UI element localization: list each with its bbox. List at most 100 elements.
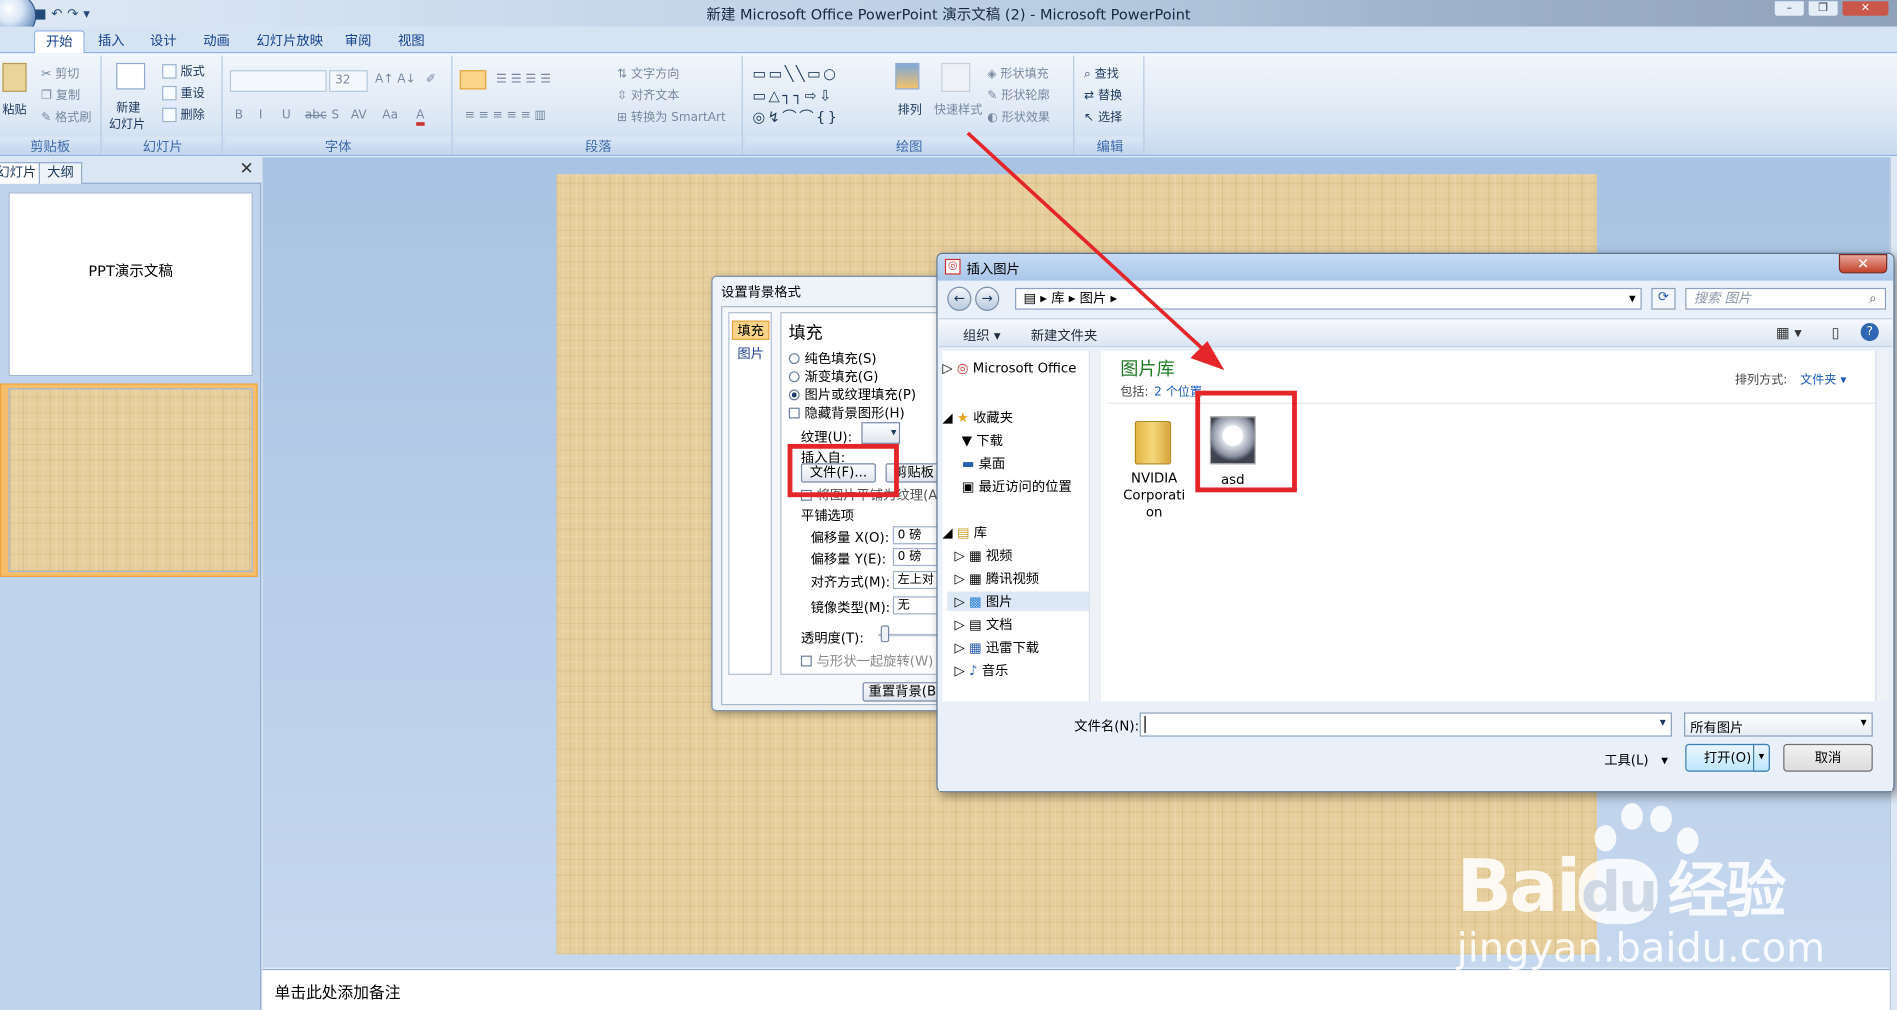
restore-button[interactable]: ❐ (1807, 0, 1839, 17)
align-text-button[interactable]: ⇳ 对齐文本 (617, 85, 679, 103)
save-icon[interactable]: ■ (34, 5, 47, 21)
close-window-button[interactable]: ✕ (1841, 0, 1890, 17)
arrange-button[interactable]: 排列 (898, 99, 922, 117)
content-scrollbar[interactable] (1875, 350, 1888, 702)
picture-fill-radio[interactable]: 图片或纹理填充(P) (788, 385, 916, 404)
nav-picture[interactable]: 图片 (732, 345, 770, 364)
customize-qat-icon[interactable]: ▾ (83, 5, 90, 21)
view-options-icon[interactable]: ▦ ▾ (1776, 324, 1802, 341)
filename-input[interactable]: ▾ (1139, 712, 1672, 737)
minimize-button[interactable]: – (1773, 0, 1806, 17)
nav-libraries[interactable]: ◢ ▤ 库 (942, 523, 987, 542)
tab-slideshow[interactable]: 幻灯片放映 (246, 30, 334, 53)
change-case-button[interactable]: Aa (382, 109, 398, 122)
nav-downloads[interactable]: ▼ 下载 (962, 431, 1003, 450)
tab-animation[interactable]: 动画 (192, 30, 240, 53)
quick-styles-button[interactable]: 快速样式 (934, 99, 982, 117)
nav-videos[interactable]: ▷ ▦ 视频 (955, 546, 1013, 565)
paste-button[interactable]: 粘贴 (2, 99, 26, 117)
address-bar[interactable]: ▤ ▸ 库 ▸ 图片 ▸ ▾ (1015, 287, 1642, 310)
arrange-icon[interactable] (895, 62, 920, 90)
open-button[interactable]: 打开(O) ▾ (1685, 743, 1770, 772)
char-spacing-button[interactable]: AV (351, 109, 367, 122)
tab-design[interactable]: 设计 (139, 30, 187, 53)
open-dropdown-icon[interactable]: ▾ (1753, 743, 1770, 772)
tab-outline[interactable]: 大纲 (38, 162, 83, 184)
layout-button[interactable]: 版式 (162, 60, 205, 79)
transparency-slider[interactable] (880, 625, 890, 643)
text-direction-button[interactable]: ⇅ 文字方向 (617, 63, 679, 81)
new-slide-label-1[interactable]: 新建 (116, 97, 140, 115)
shape-fill-button[interactable]: ◈ 形状填充 (987, 63, 1049, 81)
nav-scrollbar[interactable] (1088, 350, 1100, 702)
shape-effects-button[interactable]: ◐ 形状效果 (987, 106, 1050, 124)
tab-insert[interactable]: 插入 (87, 30, 135, 53)
clear-format-icon[interactable]: ✐ (426, 73, 436, 86)
folder-item-nvidia[interactable]: NVIDIA Corporati on (1118, 414, 1191, 523)
breadcrumb-library[interactable]: 库 (1051, 290, 1064, 306)
font-size-combo[interactable]: 32 (329, 70, 368, 92)
nav-thunder[interactable]: ▷ ▦ 迅雷下载 (955, 637, 1040, 656)
smartart-button[interactable]: ⊞ 转换为 SmartArt (617, 106, 726, 124)
tab-home[interactable]: 开始 (33, 30, 85, 54)
cut-button[interactable]: ✂ 剪切 (41, 63, 79, 81)
nav-music[interactable]: ▷ ♪ 音乐 (955, 660, 1009, 679)
shadow-button[interactable]: S (331, 109, 339, 122)
nav-favorites[interactable]: ◢ ★ 收藏夹 (942, 408, 1013, 427)
texture-picker[interactable]: ▾ (861, 422, 901, 444)
shapes-gallery[interactable]: ▭▭╲╲▭○ ▭△┐┐⇨⇩ ◎↯⌒⌒{} (752, 63, 839, 128)
shape-outline-button[interactable]: ✎ 形状轮廓 (987, 85, 1049, 103)
grow-font-icon[interactable]: A↑ A↓ (375, 73, 416, 86)
cancel-button[interactable]: 取消 (1783, 743, 1873, 772)
redo-icon[interactable]: ↷ (67, 5, 78, 21)
copy-button[interactable]: ❐ 复制 (41, 85, 80, 103)
nav-fill[interactable]: 填充 (731, 320, 770, 340)
slide-thumbnail-2[interactable] (8, 388, 253, 573)
delete-slide-button[interactable]: 删除 (162, 104, 205, 123)
strike-button[interactable]: abc (305, 109, 327, 122)
address-dropdown-icon[interactable]: ▾ (1629, 289, 1636, 308)
nav-recent[interactable]: ▣ 最近访问的位置 (962, 477, 1072, 496)
bullets-icon[interactable] (459, 70, 487, 90)
hide-bg-graphics-checkbox[interactable]: 隐藏背景图形(H) (788, 403, 905, 422)
organize-menu[interactable]: 组织 ▾ (963, 325, 1001, 344)
forward-button[interactable]: → (975, 286, 1000, 311)
paste-icon[interactable] (2, 62, 27, 92)
find-button[interactable]: ⌕ 查找 (1084, 63, 1119, 81)
breadcrumb-pictures[interactable]: 图片 (1080, 290, 1107, 306)
tab-review[interactable]: 审阅 (334, 30, 382, 53)
reset-background-button[interactable]: 重置背景(B) (862, 682, 948, 702)
filetype-select[interactable]: 所有图片 ▾ (1684, 712, 1873, 737)
rotate-checkbox[interactable]: 与形状一起旋转(W) (800, 651, 933, 670)
sort-dropdown[interactable]: 文件夹 ▾ (1800, 369, 1846, 387)
align-icons[interactable]: ≡ ≡ ≡ ≡ ≡ ▥ (465, 109, 546, 122)
select-button[interactable]: ↖ 选择 (1084, 106, 1122, 124)
solid-fill-radio[interactable]: 纯色填充(S) (788, 348, 877, 367)
dialog-close-button[interactable]: ✕ (1838, 254, 1888, 274)
nav-desktop[interactable]: ▬ 桌面 (962, 454, 1005, 473)
search-input[interactable]: 搜索 图片 (1685, 287, 1887, 310)
format-painter-button[interactable]: ✎ 格式刷 (41, 106, 91, 124)
bold-button[interactable]: B (235, 109, 243, 122)
numbering-icon[interactable]: ☰ ☰ ☰ ☰ (496, 73, 551, 86)
underline-button[interactable]: U (282, 109, 291, 122)
font-color-button[interactable]: A (416, 109, 425, 126)
filename-dropdown-icon[interactable]: ▾ (1660, 716, 1666, 729)
replace-button[interactable]: ⇄ 替换 (1084, 85, 1122, 103)
nav-pictures[interactable]: ▷ ▩ 图片 (947, 591, 1091, 611)
new-slide-icon[interactable] (116, 62, 146, 90)
nav-tencent-video[interactable]: ▷ ▦ 腾讯视频 (955, 569, 1040, 588)
new-folder-button[interactable]: 新建文件夹 (1031, 325, 1098, 344)
close-panel-icon[interactable]: ✕ (240, 160, 254, 179)
reset-button[interactable]: 重设 (162, 82, 205, 101)
help-icon[interactable]: ? (1860, 322, 1879, 342)
quick-styles-icon[interactable] (941, 62, 971, 92)
nav-microsoft-office[interactable]: ▷ ◎ Microsoft Office (942, 360, 1076, 376)
font-name-combo[interactable] (229, 70, 327, 92)
tab-view[interactable]: 视图 (387, 30, 435, 53)
new-slide-label-2[interactable]: 幻灯片 (109, 114, 145, 132)
italic-button[interactable]: I (259, 109, 263, 122)
refresh-icon[interactable]: ⟳ (1651, 287, 1676, 310)
notes-pane[interactable]: 单击此处添加备注 (262, 968, 1890, 1010)
undo-icon[interactable]: ↶ (51, 5, 62, 21)
